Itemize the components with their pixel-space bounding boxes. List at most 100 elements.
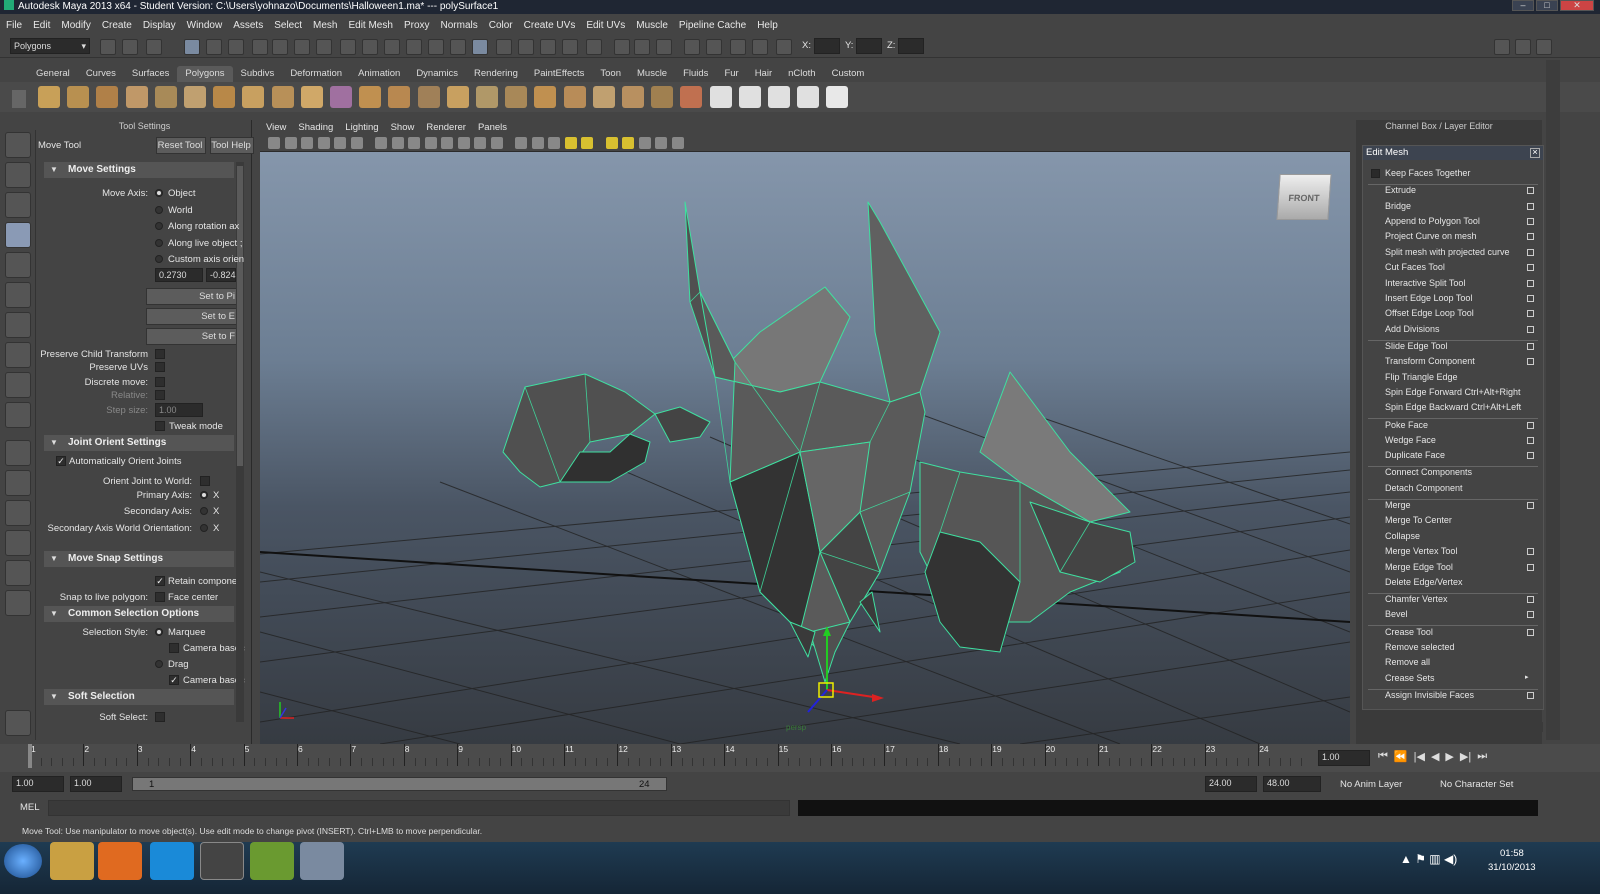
status-tool-icon-3[interactable]	[146, 39, 162, 55]
option-box-icon[interactable]	[1527, 325, 1534, 333]
status-tool-icon-17[interactable]	[472, 39, 488, 55]
layout-graph-icon[interactable]	[5, 530, 31, 556]
viewport-tool-icon-1[interactable]	[268, 137, 280, 149]
shelf-polygon-tool-icon-19[interactable]	[563, 86, 586, 108]
menu-item-remove-selected[interactable]: Remove selected	[1385, 642, 1455, 652]
viewport-tool-icon-7[interactable]	[375, 137, 387, 149]
menu-assets[interactable]: Assets	[233, 20, 263, 31]
menu-item-merge[interactable]: Merge	[1385, 500, 1411, 510]
option-box-icon[interactable]	[1527, 310, 1534, 318]
status-tool-icon-7[interactable]	[252, 39, 268, 55]
move-axis-radio-4[interactable]	[155, 238, 163, 247]
clock-date[interactable]: 31/10/2013	[1488, 862, 1536, 873]
primary-axis-radio[interactable]	[200, 491, 208, 499]
status-tool-icon-29[interactable]	[752, 39, 768, 55]
y-field[interactable]	[856, 38, 882, 54]
status-tool-icon-15[interactable]	[428, 39, 444, 55]
menu-item-spin-edge-forward[interactable]: Spin Edge Forward Ctrl+Alt+Right	[1385, 387, 1521, 397]
attribute-editor-icon[interactable]	[1494, 39, 1510, 55]
soft-mod-icon[interactable]	[5, 342, 31, 368]
menu-item-duplicate-face[interactable]: Duplicate Face	[1385, 450, 1445, 460]
status-tool-icon-1[interactable]	[100, 39, 116, 55]
viewport-tool-icon-15[interactable]	[515, 137, 527, 149]
axis-field-1[interactable]: 0.2730	[155, 268, 203, 282]
tool-help-button[interactable]: Tool Help	[210, 137, 254, 154]
shelf-polygon-tool-icon-7[interactable]	[213, 86, 236, 108]
shelf-tab-fluids[interactable]: Fluids	[675, 66, 716, 82]
viewport-tool-icon-10[interactable]	[424, 137, 437, 149]
shelf-polygon-tool-icon-25[interactable]	[738, 86, 761, 108]
menu-file[interactable]: File	[6, 20, 22, 31]
layout-single-icon[interactable]	[5, 440, 31, 466]
soft-select-checkbox[interactable]	[155, 712, 165, 722]
play-forward-icon[interactable]: ▶	[1445, 750, 1453, 766]
status-tool-icon-18[interactable]	[496, 39, 512, 55]
preserve-child-checkbox[interactable]	[155, 349, 165, 359]
close-icon[interactable]: ×	[1530, 148, 1540, 158]
secondary-axis-radio[interactable]	[200, 507, 208, 515]
option-box-icon[interactable]	[1527, 501, 1534, 509]
relative-checkbox[interactable]	[155, 390, 165, 400]
shelf-tab-subdivs[interactable]: Subdivs	[233, 66, 283, 82]
shelf-polygon-tool-icon-22[interactable]	[651, 86, 674, 108]
menu-create-uvs[interactable]: Create UVs	[524, 20, 576, 31]
playback-end-field[interactable]: 24.00	[1205, 776, 1257, 792]
end-time-field[interactable]: 48.00	[1263, 776, 1321, 792]
start-time-field[interactable]: 1.00	[12, 776, 64, 792]
menu-mesh[interactable]: Mesh	[313, 20, 337, 31]
shelf-tab-surfaces[interactable]: Surfaces	[124, 66, 178, 82]
menu-item-project-curve-on-mesh[interactable]: Project Curve on mesh	[1385, 231, 1477, 241]
retain-checkbox[interactable]: ✓	[155, 576, 165, 586]
viewport-tool-icon-4[interactable]	[317, 137, 330, 149]
shelf-tab-hair[interactable]: Hair	[747, 66, 780, 82]
shelf-tab-deformation[interactable]: Deformation	[282, 66, 350, 82]
status-tool-icon-16[interactable]	[450, 39, 466, 55]
viewport-tool-icon-24[interactable]	[671, 137, 684, 149]
viewport-tool-icon-23[interactable]	[655, 137, 667, 149]
option-box-icon[interactable]	[1527, 563, 1534, 571]
tool-settings-icon[interactable]	[1515, 39, 1531, 55]
viewport-menu-panels[interactable]: Panels	[478, 122, 507, 133]
viewport-tool-icon-11[interactable]	[441, 137, 453, 149]
status-tool-icon-8[interactable]	[272, 39, 288, 55]
attribute-editor-strip[interactable]	[1546, 60, 1560, 740]
menu-window[interactable]: Window	[187, 20, 223, 31]
scale-tool-icon[interactable]	[5, 282, 31, 308]
viewport-tool-icon-19[interactable]	[581, 137, 593, 149]
menu-item-merge-edge-tool[interactable]: Merge Edge Tool	[1385, 562, 1453, 572]
maximize-button[interactable]: □	[1536, 0, 1558, 11]
option-box-icon[interactable]	[1527, 691, 1534, 699]
menu-item-merge-to-center[interactable]: Merge To Center	[1385, 515, 1452, 525]
shelf-polygon-tool-icon-16[interactable]	[476, 86, 498, 108]
start-button[interactable]	[4, 844, 42, 878]
viewport-menu-show[interactable]: Show	[391, 122, 415, 133]
move-axis-radio-1[interactable]	[155, 189, 163, 197]
camera-based-1-checkbox[interactable]	[169, 643, 179, 653]
discrete-move-checkbox[interactable]	[155, 377, 165, 387]
shelf-polygon-tool-icon-26[interactable]	[768, 86, 790, 108]
viewport-tool-icon-21[interactable]	[622, 137, 634, 149]
last-tool-icon[interactable]	[5, 402, 31, 428]
shelf-polygon-tool-icon-18[interactable]	[534, 86, 557, 108]
menu-item-crease-sets[interactable]: Crease Sets	[1385, 673, 1435, 683]
viewport-tool-icon-14[interactable]	[490, 137, 503, 149]
shelf-polygon-tool-icon-11[interactable]	[330, 86, 352, 108]
menu-item-detach-component[interactable]: Detach Component	[1385, 483, 1463, 493]
shelf-tab-rendering[interactable]: Rendering	[466, 66, 526, 82]
viewport-menu-renderer[interactable]: Renderer	[426, 122, 466, 133]
shelf-tab-fur[interactable]: Fur	[716, 66, 746, 82]
current-time-field[interactable]: 1.00	[1318, 750, 1370, 766]
set-to-face-button[interactable]: Set to F	[146, 328, 238, 345]
menu-select[interactable]: Select	[274, 20, 302, 31]
status-tool-icon-21[interactable]	[562, 39, 578, 55]
shelf-polygon-tool-icon-6[interactable]	[184, 86, 206, 108]
status-tool-icon-10[interactable]	[316, 39, 332, 55]
move-snap-header[interactable]: Move Snap Settings	[44, 551, 234, 567]
range-slider[interactable]: 1 24	[132, 777, 667, 791]
shelf-polygon-tool-icon-21[interactable]	[622, 86, 644, 108]
status-tool-icon-13[interactable]	[384, 39, 400, 55]
clock-time[interactable]: 01:58	[1500, 848, 1524, 859]
shelf-tab-animation[interactable]: Animation	[350, 66, 408, 82]
shelf-polygon-tool-icon-20[interactable]	[592, 86, 615, 108]
shelf-tab-muscle[interactable]: Muscle	[629, 66, 675, 82]
